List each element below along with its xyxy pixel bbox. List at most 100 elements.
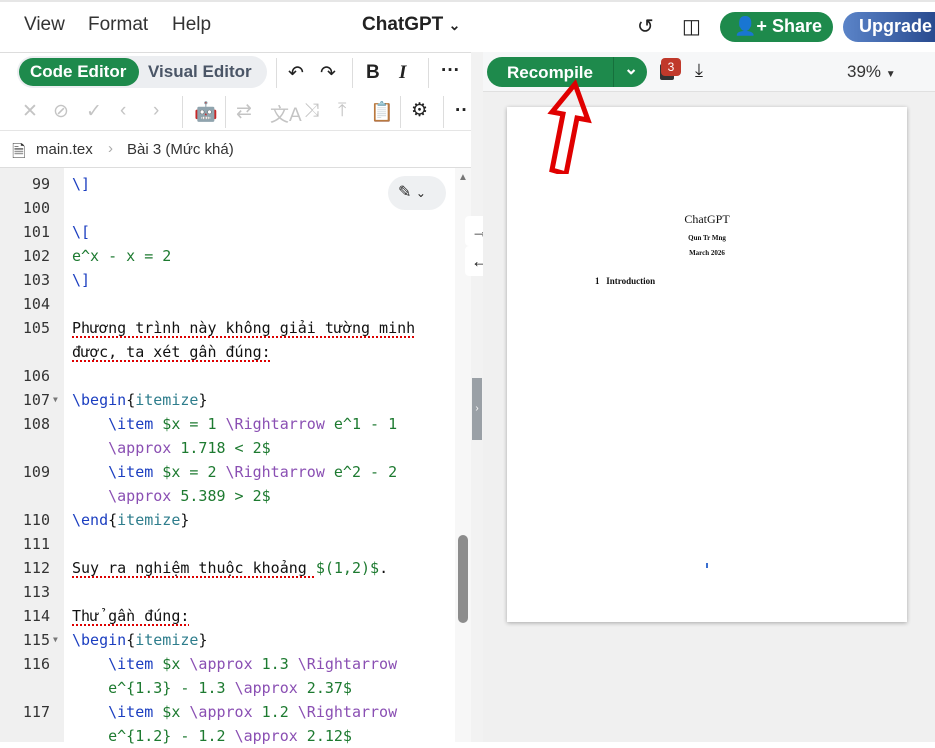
pdf-title: ChatGPT — [684, 212, 730, 226]
code-token: 1.718 < 2$ — [171, 439, 271, 457]
line-text: \begin{itemize} — [72, 628, 207, 652]
chevron-right-icon: › — [108, 140, 113, 157]
fold-toggle-icon[interactable]: ▼ — [53, 628, 58, 652]
code-token: \begin — [72, 391, 127, 409]
pdf-section-number: 1 — [595, 276, 600, 286]
code-token: itemize — [117, 511, 181, 529]
italic-icon[interactable]: I — [399, 62, 406, 84]
code-line[interactable]: 101 \[ — [0, 220, 455, 244]
visual-editor-tab[interactable]: Visual Editor — [148, 62, 252, 82]
code-token: \[ — [72, 223, 91, 241]
clipboard-icon[interactable]: 📋 — [370, 100, 394, 124]
code-line[interactable]: e^{1.2} - 1.2 \approx 2.12$ — [0, 724, 455, 748]
log-count-badge: 3 — [661, 58, 681, 76]
code-line[interactable]: 113 — [0, 580, 455, 604]
code-token: \item — [108, 703, 154, 721]
code-token: Phương trình này không giải tường minh — [72, 319, 416, 337]
project-title-dropdown[interactable]: ChatGPT ⌄ — [362, 14, 460, 36]
line-number: 112 — [22, 559, 50, 577]
line-number: 102 — [22, 247, 50, 265]
code-line[interactable]: 107 ▼ \begin{itemize} — [0, 388, 455, 412]
shuffle-icon[interactable]: ⤨ — [304, 100, 319, 122]
line-number: 105 — [22, 319, 50, 337]
line-number: 99 — [31, 175, 50, 193]
edit-mode-button[interactable]: ✎ ⌄ — [388, 176, 446, 210]
line-number: 107 — [22, 391, 50, 409]
code-token: itemize — [135, 631, 199, 649]
code-token: 5.389 > 2$ — [171, 487, 271, 505]
code-line[interactable]: 103 \] — [0, 268, 455, 292]
upgrade-button[interactable]: Upgrade — [843, 12, 935, 42]
pdf-section-heading: 1 Introduction — [595, 276, 655, 286]
redo-icon[interactable]: ↷ — [320, 62, 336, 85]
code-line[interactable]: được, ta xét gần đúng: — [0, 340, 455, 364]
code-line[interactable]: 105 Phương trình này không giải tường min… — [0, 316, 455, 340]
code-line[interactable]: 114 Thử gần đúng: — [0, 604, 455, 628]
reject-icon[interactable]: ✕ — [22, 100, 38, 123]
code-line[interactable]: 108 \item $x = 1 \Rightarrow e^1 - 1 — [0, 412, 455, 436]
code-line[interactable]: 106 — [0, 364, 455, 388]
line-text: \] — [72, 172, 90, 196]
menu-help[interactable]: Help — [172, 14, 211, 36]
line-number: 109 — [22, 463, 50, 481]
robot-icon[interactable]: 🤖 — [194, 100, 218, 124]
zoom-select[interactable]: 39% ▼ — [847, 62, 896, 82]
scroll-up-icon[interactable]: ▲ — [458, 172, 468, 183]
menu-view[interactable]: View — [24, 14, 65, 36]
merge-icon[interactable]: ⤒ — [338, 100, 346, 122]
code-token: e^{1.3} - 1.3 — [108, 679, 235, 697]
next-icon[interactable]: › — [153, 100, 159, 122]
code-area[interactable]: 99 \] 100 101 \[102 e^x - x = 2 103 \] 104 105 Phư… — [0, 172, 455, 748]
download-icon[interactable]: ⤓ — [695, 60, 703, 81]
line-text: Thử gần đúng: — [72, 604, 189, 628]
code-editor-tab[interactable]: Code Editor — [19, 58, 139, 86]
text-cursor — [706, 563, 708, 568]
translate-icon[interactable]: 文A — [270, 100, 302, 127]
line-text: e^{1.3} - 1.3 \approx 2.37$ — [72, 676, 352, 700]
code-line[interactable]: 100 — [0, 196, 455, 220]
breadcrumb-section[interactable]: Bài 3 (Mức khá) — [127, 141, 234, 158]
collapse-handle[interactable]: › — [472, 378, 482, 440]
more-icon[interactable]: ··· — [441, 60, 460, 82]
fold-toggle-icon[interactable]: ▼ — [53, 388, 58, 412]
code-line[interactable]: 117 \item $x \approx 1.2 \Rightarrow — [0, 700, 455, 724]
swap-icon[interactable]: ⇄ — [236, 100, 252, 123]
code-line[interactable]: 115 ▼ \begin{itemize} — [0, 628, 455, 652]
code-line[interactable]: 112 Suy ra nghiệm thuộc khoảng $(1,2)$. — [0, 556, 455, 580]
menu-format[interactable]: Format — [88, 14, 148, 36]
share-button[interactable]: 👤+ Share — [720, 12, 833, 42]
line-text: Suy ra nghiệm thuộc khoảng $(1,2)$. — [72, 556, 388, 580]
code-token: được, ta xét gần đúng: — [72, 343, 271, 361]
code-line[interactable]: 99 \] — [0, 172, 455, 196]
settings-icon[interactable]: ⚙ — [411, 99, 428, 122]
line-text: Phương trình này không giải tường minh — [72, 316, 415, 340]
scrollbar-thumb[interactable] — [458, 535, 468, 623]
code-line[interactable]: e^{1.3} - 1.3 \approx 2.37$ — [0, 676, 455, 700]
breadcrumb-file[interactable]: main.tex — [36, 141, 93, 158]
chevron-down-icon[interactable]: ⌄ — [624, 59, 638, 79]
code-line[interactable]: 110 \end{itemize} — [0, 508, 455, 532]
block-icon[interactable]: ⊘ — [53, 100, 69, 123]
bold-icon[interactable]: B — [366, 62, 380, 84]
pencil-icon: ✎ — [398, 184, 412, 201]
code-line[interactable]: 104 — [0, 292, 455, 316]
share-label: Share — [771, 16, 822, 36]
code-line[interactable]: 111 — [0, 532, 455, 556]
line-number: 111 — [22, 535, 50, 553]
layout-icon[interactable]: ◫ — [682, 14, 701, 39]
code-line[interactable]: 109 \item $x = 2 \Rightarrow e^2 - 2 — [0, 460, 455, 484]
code-token: Suy ra nghiệm thuộc khoảng — [72, 559, 316, 577]
code-line[interactable]: \approx 1.718 < 2$ — [0, 436, 455, 460]
undo-icon[interactable]: ↶ — [288, 62, 304, 85]
code-line[interactable]: 102 e^x - x = 2 — [0, 244, 455, 268]
more-icon[interactable]: ·· — [455, 100, 468, 122]
code-line[interactable]: 116 \item $x \approx 1.3 \Rightarrow — [0, 652, 455, 676]
pdf-date: March 2026 — [689, 249, 725, 257]
previous-icon[interactable]: ‹ — [120, 100, 126, 122]
accept-icon[interactable]: ✓ — [86, 100, 102, 123]
line-number: 113 — [22, 583, 50, 601]
code-line[interactable]: \approx 5.389 > 2$ — [0, 484, 455, 508]
history-icon[interactable]: ↺ — [637, 14, 654, 39]
divider — [352, 58, 353, 88]
